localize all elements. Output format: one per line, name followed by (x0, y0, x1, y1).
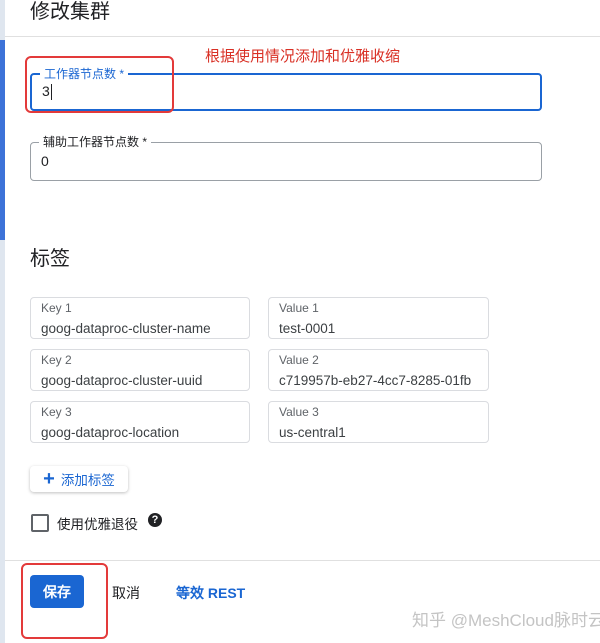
tag-key-field-2[interactable]: Key 2 goog-dataproc-cluster-uuid (30, 349, 250, 391)
plus-icon: + (43, 467, 55, 490)
tag-value-value[interactable]: us-central1 (279, 425, 346, 440)
tag-key-label: Key 2 (41, 353, 72, 367)
tag-value-label: Value 2 (279, 353, 319, 367)
tag-value-field-2[interactable]: Value 2 c719957b-eb27-4cc7-8285-01fb (268, 349, 489, 391)
tag-key-value[interactable]: goog-dataproc-cluster-uuid (41, 373, 202, 388)
left-panel-accent (0, 40, 5, 240)
tag-key-label: Key 1 (41, 301, 72, 315)
watermark: 知乎 @MeshCloud脉时云 (412, 611, 600, 630)
header-divider (5, 36, 600, 37)
tag-value-field-1[interactable]: Value 1 test-0001 (268, 297, 489, 339)
left-panel-edge (0, 0, 5, 643)
tag-value-field-3[interactable]: Value 3 us-central1 (268, 401, 489, 443)
secondary-workers-field-value[interactable]: 0 (41, 153, 49, 169)
highlight-box-save (21, 563, 108, 639)
help-icon[interactable]: ? (148, 513, 162, 527)
tag-value-label: Value 3 (279, 405, 319, 419)
annotation-text: 根据使用情况添加和优雅收缩 (205, 48, 401, 65)
tag-key-value[interactable]: goog-dataproc-location (41, 425, 179, 440)
tag-value-value[interactable]: test-0001 (279, 321, 335, 336)
dialog-title: 修改集群 (30, 1, 110, 23)
tag-key-field-3[interactable]: Key 3 goog-dataproc-location (30, 401, 250, 443)
graceful-decommission-label[interactable]: 使用优雅退役 (57, 513, 138, 533)
highlight-box-workers (25, 56, 174, 113)
footer-divider (5, 560, 600, 561)
tag-key-label: Key 3 (41, 405, 72, 419)
add-tag-button[interactable]: + 添加标签 (30, 466, 128, 492)
tag-value-label: Value 1 (279, 301, 319, 315)
secondary-workers-field[interactable]: 辅助工作器节点数 * 0 (30, 134, 542, 181)
equivalent-rest-link[interactable]: 等效 REST (176, 583, 245, 603)
tag-value-value[interactable]: c719957b-eb27-4cc7-8285-01fb (279, 373, 471, 388)
tag-key-value[interactable]: goog-dataproc-cluster-name (41, 321, 211, 336)
tag-key-field-1[interactable]: Key 1 goog-dataproc-cluster-name (30, 297, 250, 339)
labels-section-title: 标签 (30, 248, 70, 270)
add-tag-button-label: 添加标签 (60, 473, 115, 488)
cancel-button[interactable]: 取消 (112, 583, 140, 603)
secondary-workers-field-label: 辅助工作器节点数 * (39, 134, 152, 150)
graceful-decommission-checkbox[interactable] (31, 514, 49, 532)
